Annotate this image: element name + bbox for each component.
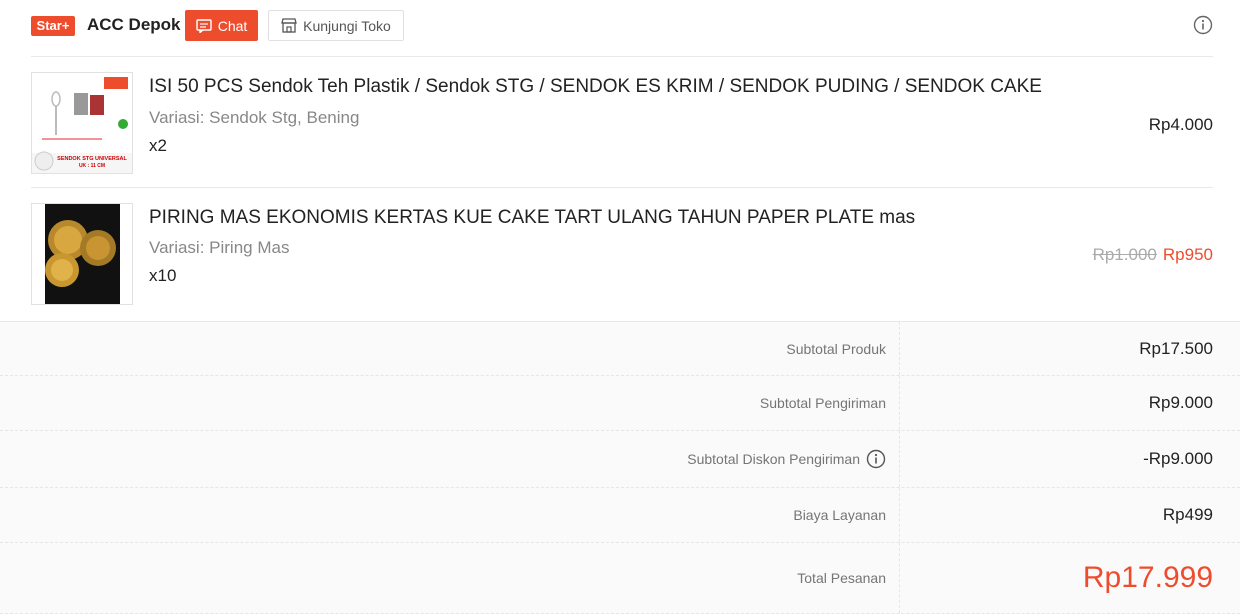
summary-label-cell: Subtotal Produk	[0, 322, 900, 375]
order-total-value: Rp17.999	[1082, 561, 1213, 594]
summary-value: Rp17.500	[1139, 338, 1213, 358]
shop-header: Star+ ACC Depok Chat Kunjungi Toko	[31, 0, 1213, 57]
thumbnail-caption: SENDOK STG UNIVERSAL	[57, 156, 127, 162]
product-thumbnail[interactable]	[31, 203, 133, 305]
summary-row-subtotal-product: Subtotal Produk Rp17.500	[0, 322, 1240, 376]
summary-label: Subtotal Produk	[786, 340, 886, 357]
chat-button-label: Chat	[217, 17, 248, 34]
summary-value: Rp499	[1162, 505, 1213, 524]
product-variant: Variasi: Piring Mas	[149, 238, 290, 257]
shop-icon	[281, 18, 297, 33]
visit-shop-label: Kunjungi Toko	[303, 17, 391, 34]
product-name[interactable]: PIRING MAS EKONOMIS KERTAS KUE CAKE TART…	[149, 207, 915, 229]
original-price: Rp1.000	[1092, 245, 1157, 264]
summary-label: Subtotal Pengiriman	[759, 395, 886, 411]
summary-value: Rp9.000	[1148, 393, 1213, 412]
product-thumbnail[interactable]: SENDOK STG UNIVERSAL UK : 11 CM	[31, 72, 133, 174]
discounted-price: Rp950	[1162, 245, 1213, 264]
order-item[interactable]: PIRING MAS EKONOMIS KERTAS KUE CAKE TART…	[31, 188, 1213, 320]
order-item[interactable]: SENDOK STG UNIVERSAL UK : 11 CM ISI 50 P…	[31, 57, 1213, 188]
summary-label: Total Pesanan	[797, 570, 886, 586]
summary-label-wrap: Subtotal Diskon Pengiriman	[687, 449, 886, 469]
summary-row-service-fee: Biaya Layanan Rp499	[0, 488, 1240, 543]
summary-label-cell: Biaya Layanan	[0, 488, 900, 542]
summary-label-cell: Subtotal Pengiriman	[0, 376, 900, 430]
thumbnail-subcaption: UK : 11 CM	[79, 163, 105, 169]
shop-name[interactable]: ACC Depok	[87, 15, 181, 35]
summary-label: Subtotal Diskon Pengiriman	[687, 451, 860, 467]
visit-shop-button[interactable]: Kunjungi Toko	[268, 10, 404, 41]
product-quantity: x2	[149, 136, 167, 155]
product-variant: Variasi: Sendok Stg, Bening	[149, 108, 360, 127]
product-price: Rp4.000	[1148, 115, 1213, 134]
summary-label: Biaya Layanan	[793, 507, 886, 523]
info-icon[interactable]	[1193, 15, 1213, 35]
chat-icon	[196, 18, 212, 33]
order-summary: Subtotal Produk Rp17.500 Subtotal Pengir…	[0, 321, 1240, 614]
product-quantity: x10	[149, 266, 177, 285]
summary-row-total: Total Pesanan Rp17.999	[0, 543, 1240, 614]
product-price: Rp1.000 Rp950	[1093, 245, 1213, 265]
info-icon[interactable]	[866, 449, 886, 469]
summary-row-subtotal-shipping: Subtotal Pengiriman Rp9.000	[0, 376, 1240, 431]
chat-button[interactable]: Chat	[185, 10, 258, 41]
summary-value: -Rp9.000	[1143, 449, 1213, 468]
order-card: Star+ ACC Depok Chat Kunjungi Toko SENDO…	[0, 0, 1240, 321]
summary-label-cell: Total Pesanan	[0, 543, 900, 613]
summary-row-shipping-discount: Subtotal Diskon Pengiriman -Rp9.000	[0, 431, 1240, 488]
summary-label-cell: Subtotal Diskon Pengiriman	[0, 431, 900, 487]
product-name[interactable]: ISI 50 PCS Sendok Teh Plastik / Sendok S…	[149, 76, 1042, 98]
star-plus-badge: Star+	[31, 16, 75, 36]
